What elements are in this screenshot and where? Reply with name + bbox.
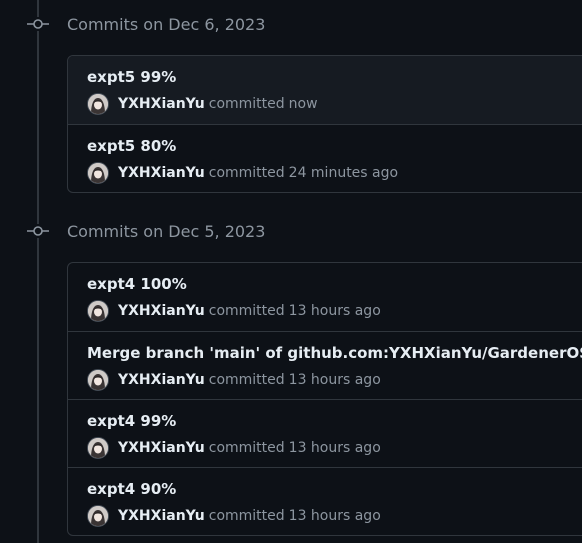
commit-message-link[interactable]: Merge branch 'main' of github.com:YXHXia… — [87, 344, 582, 362]
commit-timestamp[interactable]: now — [289, 96, 318, 112]
commit-author-link[interactable]: YXHXianYu — [118, 508, 205, 524]
commit-timestamp[interactable]: 13 hours ago — [289, 372, 381, 388]
commit-message-link[interactable]: expt5 80% — [87, 137, 176, 155]
commit-group-title: Commits on Dec 5, 2023 — [67, 221, 266, 241]
commit-meta: YXHXianYu committed 13 hours ago — [87, 504, 381, 528]
commit-message-link[interactable]: expt4 90% — [87, 480, 176, 498]
commit-message-link[interactable]: expt5 99% — [87, 68, 176, 86]
avatar[interactable] — [87, 93, 109, 115]
commit-row[interactable]: expt5 80% YXHXianYu committed 24 minutes… — [68, 124, 582, 192]
commit-list: expt4 100% YXHXianYu committed 13 hours … — [67, 262, 582, 536]
committed-label: committed — [208, 440, 285, 456]
commit-row[interactable]: expt4 99% YXHXianYu committed 13 hours a… — [68, 399, 582, 467]
commit-meta: YXHXianYu committed 13 hours ago — [87, 436, 381, 460]
commit-author-link[interactable]: YXHXianYu — [118, 372, 205, 388]
commit-row[interactable]: expt4 90% YXHXianYu committed 13 hours a… — [68, 467, 582, 535]
commit-row[interactable]: Merge branch 'main' of github.com:YXHXia… — [68, 331, 582, 399]
timeline-line — [37, 0, 39, 543]
commit-meta: YXHXianYu committed 13 hours ago — [87, 368, 381, 392]
commit-timestamp[interactable]: 13 hours ago — [289, 440, 381, 456]
git-commit-icon — [27, 224, 49, 238]
commit-meta: YXHXianYu committed 24 minutes ago — [87, 161, 398, 185]
committed-label: committed — [208, 372, 285, 388]
commit-author-link[interactable]: YXHXianYu — [118, 440, 205, 456]
committed-label: committed — [208, 96, 285, 112]
avatar[interactable] — [87, 437, 109, 459]
commit-group-header: Commits on Dec 5, 2023 — [0, 219, 582, 243]
commit-meta: YXHXianYu committed 13 hours ago — [87, 299, 381, 323]
avatar[interactable] — [87, 505, 109, 527]
avatar[interactable] — [87, 162, 109, 184]
commit-row[interactable]: expt5 99% YXHXianYu committed now — [68, 56, 582, 124]
avatar[interactable] — [87, 300, 109, 322]
commit-message-link[interactable]: expt4 99% — [87, 412, 176, 430]
commit-timestamp[interactable]: 24 minutes ago — [289, 165, 398, 181]
committed-label: committed — [208, 165, 285, 181]
commit-group-title: Commits on Dec 6, 2023 — [67, 14, 266, 34]
committed-label: committed — [208, 508, 285, 524]
commit-author-link[interactable]: YXHXianYu — [118, 303, 205, 319]
commit-group-header: Commits on Dec 6, 2023 — [0, 12, 582, 36]
commit-list: expt5 99% YXHXianYu committed now expt5 … — [67, 55, 582, 193]
committed-label: committed — [208, 303, 285, 319]
avatar[interactable] — [87, 369, 109, 391]
commit-author-link[interactable]: YXHXianYu — [118, 96, 205, 112]
commit-meta: YXHXianYu committed now — [87, 92, 318, 116]
commit-message-link[interactable]: expt4 100% — [87, 275, 187, 293]
commit-timestamp[interactable]: 13 hours ago — [289, 508, 381, 524]
commit-row[interactable]: expt4 100% YXHXianYu committed 13 hours … — [68, 263, 582, 331]
git-commit-icon — [27, 17, 49, 31]
commit-timestamp[interactable]: 13 hours ago — [289, 303, 381, 319]
commit-author-link[interactable]: YXHXianYu — [118, 165, 205, 181]
